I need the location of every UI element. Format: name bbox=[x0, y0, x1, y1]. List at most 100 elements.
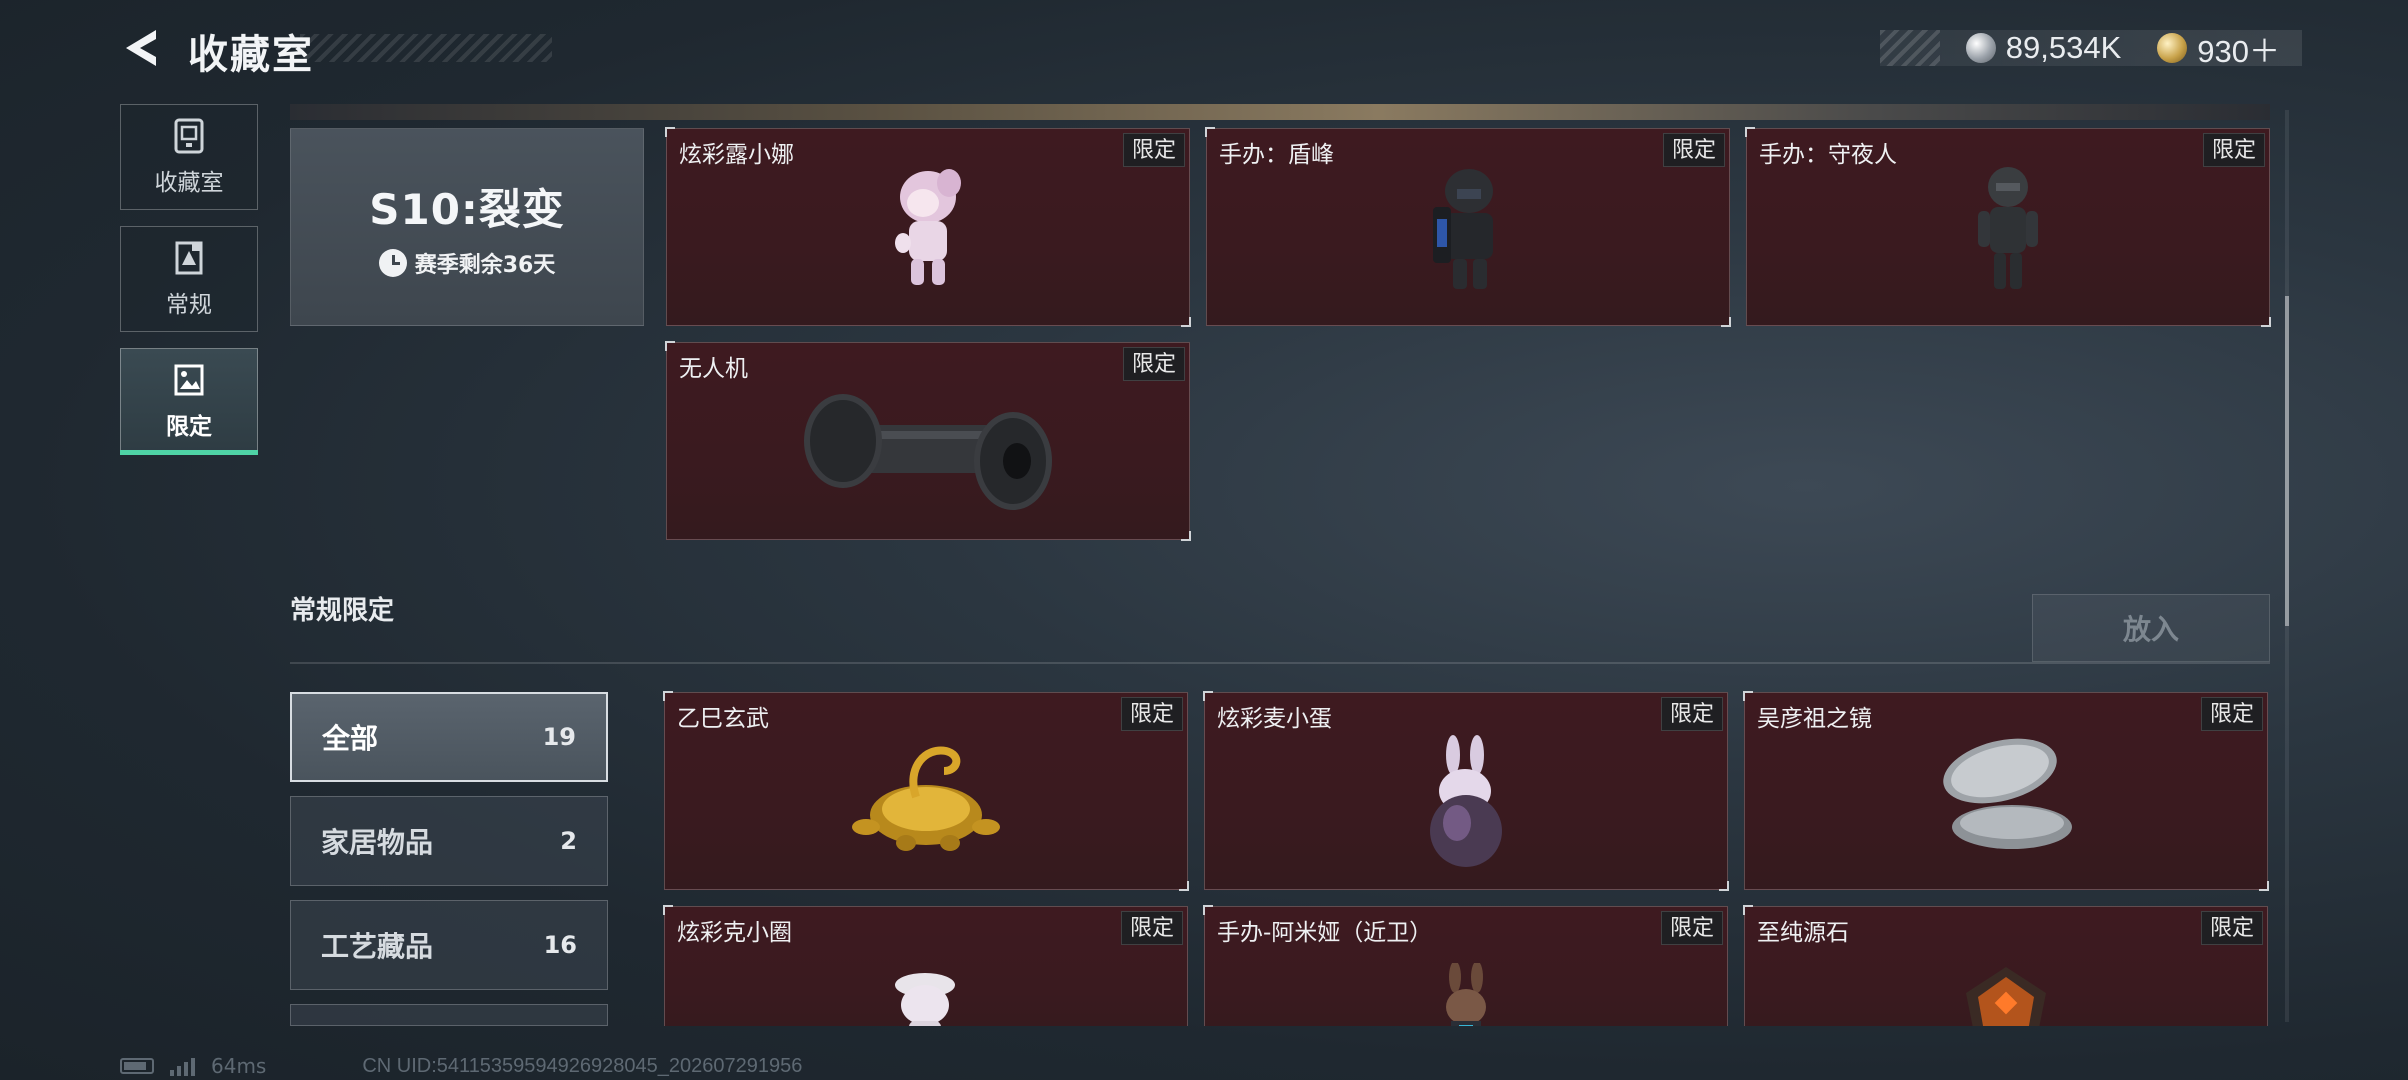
item-name: 吴彦祖之镜 bbox=[1757, 706, 1872, 732]
figure-pink-girl-icon bbox=[895, 169, 961, 285]
scrollbar[interactable] bbox=[2285, 110, 2289, 1022]
limited-tag: 限定 bbox=[1660, 697, 1723, 731]
figure-dark-soldier-icon bbox=[1978, 167, 2038, 289]
banner-strip bbox=[290, 104, 2270, 120]
page-title: 收藏室 bbox=[188, 32, 314, 78]
limited-tag: 限定 bbox=[1122, 347, 1185, 381]
uid-text: CN UID:54115359594926928045_202607291956 bbox=[362, 1054, 803, 1077]
card-corner bbox=[1179, 881, 1189, 891]
item-card[interactable]: 手办：守夜人 限定 bbox=[1745, 127, 2271, 327]
limited-tag: 限定 bbox=[2202, 133, 2265, 167]
category-count: 2 bbox=[560, 827, 577, 855]
category-craft[interactable]: 工艺藏品 16 bbox=[290, 900, 608, 990]
drone-roller-icon bbox=[804, 394, 1052, 510]
card-corner bbox=[1745, 127, 1755, 137]
item-name: 乙巳玄武 bbox=[677, 706, 769, 732]
item-name: 无人机 bbox=[679, 356, 748, 382]
item-name: 炫彩克小圈 bbox=[677, 920, 792, 946]
category-home[interactable]: 家居物品 2 bbox=[290, 796, 608, 886]
item-name: 至纯源石 bbox=[1757, 920, 1849, 946]
scrollbar-thumb[interactable] bbox=[2285, 296, 2289, 626]
card-corner bbox=[2259, 881, 2269, 891]
nav-label-limited: 限定 bbox=[166, 414, 212, 440]
category-count: 16 bbox=[543, 931, 577, 959]
season-card: S10:裂变 赛季剩余36天 bbox=[290, 128, 644, 326]
clock-icon bbox=[378, 248, 407, 277]
category-label: 家居物品 bbox=[321, 826, 434, 859]
nav-label-collection: 收藏室 bbox=[154, 170, 224, 196]
card-corner bbox=[665, 341, 675, 351]
limited-tag: 限定 bbox=[1660, 911, 1723, 945]
golden-tortoise-icon bbox=[852, 746, 1000, 851]
back-arrow-icon bbox=[126, 30, 156, 66]
category-count: 19 bbox=[542, 723, 576, 751]
collection-content[interactable]: S10:裂变 赛季剩余36天 炫彩露小娜 限定 手办：盾峰 限定 手办：守夜人 … bbox=[290, 104, 2280, 1026]
item-card[interactable]: 乙巳玄武 限定 bbox=[663, 691, 1189, 891]
back-button[interactable] bbox=[120, 26, 164, 70]
season-name: S10:裂变 bbox=[369, 184, 565, 234]
silver-coin-icon bbox=[1965, 33, 1996, 63]
limited-tag: 限定 bbox=[1662, 133, 1725, 167]
item-card[interactable]: 无人机 限定 bbox=[665, 341, 1191, 541]
season-timer: 赛季剩余36天 bbox=[378, 247, 556, 279]
limited-image-icon bbox=[174, 364, 204, 396]
card-corner bbox=[1181, 317, 1191, 327]
item-card[interactable]: 手办：盾峰 限定 bbox=[1205, 127, 1731, 327]
item-card[interactable]: 炫彩克小圈 限定 bbox=[663, 905, 1188, 1026]
season-remaining: 赛季剩余36天 bbox=[414, 252, 556, 278]
figure-amiya-icon bbox=[1446, 963, 1486, 1026]
card-corner bbox=[663, 905, 673, 915]
title-stripe-decoration bbox=[300, 34, 552, 62]
item-name: 手办：守夜人 bbox=[1759, 142, 1897, 168]
limited-tag: 限定 bbox=[1122, 133, 1185, 167]
left-nav: 收藏室 常规 限定 bbox=[120, 104, 258, 470]
category-more[interactable] bbox=[290, 1004, 608, 1026]
item-name: 手办-阿米娅（近卫） bbox=[1217, 920, 1433, 946]
limited-tag: 限定 bbox=[1120, 911, 1183, 945]
bunny-egg-icon bbox=[1430, 735, 1502, 867]
item-card[interactable]: 吴彦祖之镜 限定 bbox=[1743, 691, 2269, 891]
top-bar: 收藏室 89,534K 930＋ bbox=[0, 0, 2408, 100]
item-card[interactable]: 炫彩麦小蛋 限定 bbox=[1203, 691, 1729, 891]
currency-stripe-decoration bbox=[1880, 30, 1940, 66]
ping-value: 64ms bbox=[211, 1054, 267, 1078]
limited-tag: 限定 bbox=[1120, 697, 1183, 731]
item-card[interactable]: 至纯源石 限定 bbox=[1743, 905, 2268, 1026]
nav-item-limited[interactable]: 限定 bbox=[120, 348, 258, 455]
card-corner bbox=[1203, 691, 1213, 701]
item-name: 炫彩露小娜 bbox=[679, 142, 794, 168]
card-corner bbox=[1719, 881, 1729, 891]
category-label: 工艺藏品 bbox=[321, 930, 434, 963]
category-all[interactable]: 全部 19 bbox=[290, 692, 608, 782]
regular-doc-icon bbox=[175, 241, 203, 275]
item-name: 炫彩麦小蛋 bbox=[1217, 706, 1332, 732]
currency-bar: 89,534K 930＋ bbox=[1880, 30, 2302, 69]
item-card[interactable]: 炫彩露小娜 限定 bbox=[665, 127, 1191, 327]
gold-coin-icon bbox=[2157, 33, 2188, 63]
gold-coin-value: 930＋ bbox=[2197, 33, 2280, 69]
card-corner bbox=[1721, 317, 1731, 327]
figure-armored-soldier-icon bbox=[1433, 169, 1493, 289]
battery-icon bbox=[120, 1058, 154, 1074]
item-name: 手办：盾峰 bbox=[1219, 142, 1334, 168]
figure-white-hat-icon bbox=[895, 973, 955, 1026]
limited-tag: 限定 bbox=[2200, 911, 2263, 945]
card-corner bbox=[2261, 317, 2271, 327]
collection-box-icon bbox=[174, 118, 204, 154]
compact-mirror-icon bbox=[1943, 738, 2072, 849]
card-corner bbox=[1181, 531, 1191, 541]
item-card[interactable]: 手办-阿米娅（近卫） 限定 bbox=[1203, 905, 1728, 1026]
currency-gold[interactable]: 930＋ bbox=[2157, 26, 2280, 71]
originium-stone-icon bbox=[1966, 967, 2046, 1026]
section-divider bbox=[290, 662, 2270, 664]
card-corner bbox=[665, 127, 675, 137]
currency-silver[interactable]: 89,534K bbox=[1965, 30, 2121, 66]
section-title: 常规限定 bbox=[290, 596, 395, 626]
put-in-button[interactable]: 放入 bbox=[2032, 594, 2270, 662]
signal-icon bbox=[170, 1056, 195, 1076]
card-corner bbox=[1743, 905, 1753, 915]
nav-item-collection[interactable]: 收藏室 bbox=[120, 104, 258, 210]
category-label: 全部 bbox=[322, 722, 379, 755]
card-corner bbox=[1205, 127, 1215, 137]
nav-item-regular[interactable]: 常规 bbox=[120, 226, 258, 332]
